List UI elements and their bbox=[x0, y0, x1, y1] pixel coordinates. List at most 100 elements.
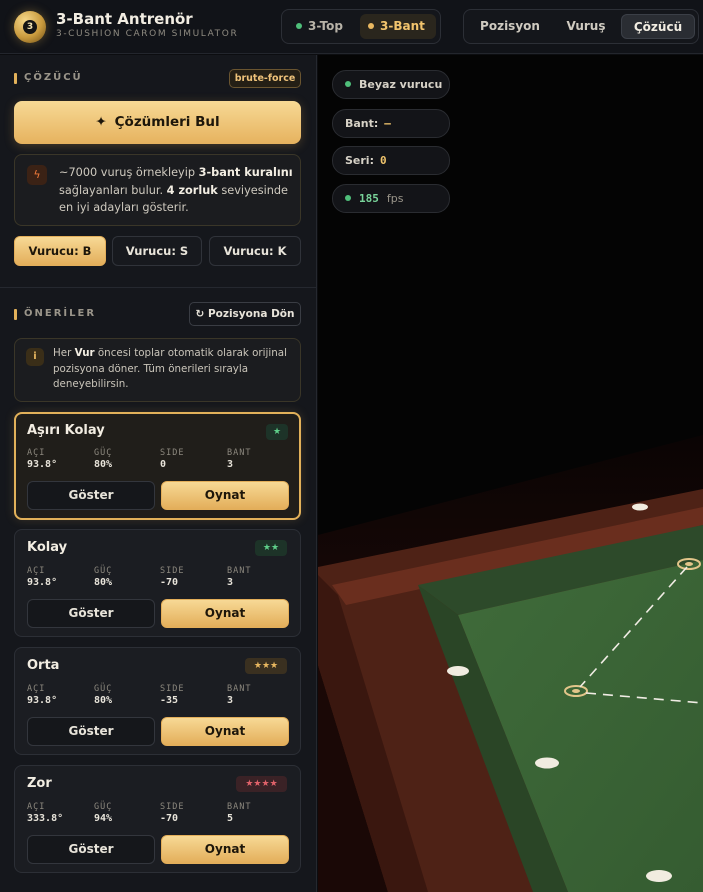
app-subtitle: 3-CUSHION CAROM SIMULATOR bbox=[56, 29, 239, 39]
solver-section-title: ÇÖZÜCÜ bbox=[14, 72, 83, 84]
angle-value: 333.8° bbox=[27, 813, 64, 824]
power-value: 80% bbox=[94, 459, 113, 470]
cushion-label: BANT bbox=[227, 684, 252, 694]
logo-ball-number: 3 bbox=[23, 20, 37, 34]
angle-value: 93.8° bbox=[27, 577, 58, 588]
app-title: 3-Bant Antrenör bbox=[56, 10, 193, 28]
power-value: 80% bbox=[94, 577, 113, 588]
cushion-value: 5 bbox=[227, 813, 234, 824]
mode-3-top-button[interactable]: 3-Top bbox=[288, 14, 358, 39]
auto-reset-tip-text: Her Vur öncesi toplar otomatik olarak or… bbox=[53, 347, 287, 390]
streak-label: Seri: bbox=[345, 154, 374, 167]
power-label: GÜÇ bbox=[94, 802, 113, 812]
side-label: SIDE bbox=[160, 566, 185, 576]
power-label: GÜÇ bbox=[94, 684, 113, 694]
main-nav-tabs: Pozisyon Vuruş Çözücü bbox=[463, 9, 699, 44]
suggestion-card-very-easy[interactable]: Aşırı Kolay ★ AÇI GÜÇ SIDE BANT 93.8° 80… bbox=[14, 412, 301, 520]
fps-readout: 185 fps bbox=[332, 184, 450, 213]
cue-ball-b-button[interactable]: Vurucu: B bbox=[14, 236, 106, 266]
play-button[interactable]: Oynat bbox=[161, 717, 289, 746]
side-label: SIDE bbox=[160, 802, 185, 812]
find-solutions-label: Çözümleri Bul bbox=[114, 114, 220, 130]
card-title: Zor bbox=[27, 776, 52, 791]
cushion-label: BANT bbox=[227, 802, 252, 812]
angle-label: AÇI bbox=[27, 566, 46, 576]
show-button[interactable]: Göster bbox=[27, 599, 155, 628]
find-solutions-button[interactable]: ✦ Çözümleri Bul bbox=[14, 101, 301, 144]
mode-3-bant-button[interactable]: 3-Bant bbox=[360, 14, 436, 39]
tab-vurus[interactable]: Vuruş bbox=[556, 14, 616, 39]
tab-pozisyon[interactable]: Pozisyon bbox=[470, 14, 550, 39]
tab-cozucu[interactable]: Çözücü bbox=[621, 14, 695, 39]
power-value: 94% bbox=[94, 813, 113, 824]
suggestions-section-title: ÖNERİLER bbox=[14, 308, 96, 320]
cue-ball-label: Beyaz vurucu bbox=[359, 78, 443, 91]
status-dot-icon bbox=[345, 195, 351, 201]
app-header: 3 3-Bant Antrenör 3-CUSHION CAROM SIMULA… bbox=[0, 0, 703, 54]
power-label: GÜÇ bbox=[94, 566, 113, 576]
mode-label: 3-Top bbox=[308, 19, 343, 33]
suggestion-card-hard[interactable]: Zor ★★★★ AÇI GÜÇ SIDE BANT 333.8° 94% -7… bbox=[14, 765, 301, 873]
lightning-icon: ϟ bbox=[27, 165, 47, 185]
brute-force-badge: brute-force bbox=[229, 69, 301, 88]
show-button[interactable]: Göster bbox=[27, 481, 155, 510]
difficulty-stars-icon: ★ bbox=[266, 424, 288, 440]
play-button[interactable]: Oynat bbox=[161, 481, 289, 510]
sidebar: ÇÖZÜCÜ brute-force ✦ Çözümleri Bul ϟ ~700… bbox=[0, 55, 317, 892]
play-button[interactable]: Oynat bbox=[161, 835, 289, 864]
status-dot-icon bbox=[296, 22, 302, 29]
solver-info-text: ~7000 vuruş örnekleyip 3-bant kuralını s… bbox=[59, 166, 293, 214]
card-title: Kolay bbox=[27, 540, 68, 555]
cushion-value: 3 bbox=[227, 459, 234, 470]
cushion-count-readout: Bant: — bbox=[332, 109, 450, 138]
difficulty-stars-icon: ★★★ bbox=[245, 658, 287, 674]
eight-ball-logo-icon: 3 bbox=[14, 11, 46, 43]
fps-unit: fps bbox=[386, 192, 404, 205]
card-title: Orta bbox=[27, 658, 60, 673]
angle-label: AÇI bbox=[27, 448, 46, 458]
sparkle-icon: ✦ bbox=[95, 114, 107, 130]
angle-label: AÇI bbox=[27, 802, 46, 812]
streak-value: 0 bbox=[379, 154, 387, 167]
angle-value: 93.8° bbox=[27, 695, 58, 706]
mode-label: 3-Bant bbox=[380, 19, 425, 33]
power-value: 80% bbox=[94, 695, 113, 706]
show-button[interactable]: Göster bbox=[27, 717, 155, 746]
cushion-value: 3 bbox=[227, 577, 234, 588]
solver-info-box: ϟ ~7000 vuruş örnekleyip 3-bant kuralını… bbox=[14, 154, 301, 226]
table-3d-viewport[interactable]: Beyaz vurucu Bant: — Seri: 0 185 fps bbox=[318, 55, 703, 892]
fps-value: 185 bbox=[359, 192, 379, 205]
difficulty-stars-icon: ★★ bbox=[255, 540, 287, 556]
cue-ball-s-button[interactable]: Vurucu: S bbox=[112, 236, 202, 266]
show-button[interactable]: Göster bbox=[27, 835, 155, 864]
billiard-table-scene bbox=[318, 55, 703, 892]
power-label: GÜÇ bbox=[94, 448, 113, 458]
reset-position-button[interactable]: ↻ Pozisyona Dön bbox=[189, 302, 301, 326]
cushion-value: 3 bbox=[227, 695, 234, 706]
side-label: SIDE bbox=[160, 684, 185, 694]
angle-label: AÇI bbox=[27, 684, 46, 694]
section-divider bbox=[0, 287, 317, 288]
cushion-label: BANT bbox=[227, 448, 252, 458]
cue-ball-indicator: Beyaz vurucu bbox=[332, 70, 450, 99]
side-value: -35 bbox=[160, 695, 179, 706]
angle-value: 93.8° bbox=[27, 459, 58, 470]
suggestion-card-medium[interactable]: Orta ★★★ AÇI GÜÇ SIDE BANT 93.8° 80% -35… bbox=[14, 647, 301, 755]
status-dot-icon bbox=[368, 22, 374, 29]
info-icon: i bbox=[26, 348, 44, 366]
game-mode-toggle: 3-Top 3-Bant bbox=[281, 9, 441, 44]
suggestion-card-easy[interactable]: Kolay ★★ AÇI GÜÇ SIDE BANT 93.8° 80% -70… bbox=[14, 529, 301, 637]
side-value: -70 bbox=[160, 577, 179, 588]
difficulty-stars-icon: ★★★★ bbox=[236, 776, 287, 792]
side-label: SIDE bbox=[160, 448, 185, 458]
play-button[interactable]: Oynat bbox=[161, 599, 289, 628]
auto-reset-tip-box: i Her Vur öncesi toplar otomatik olarak … bbox=[14, 338, 301, 402]
card-title: Aşırı Kolay bbox=[27, 423, 105, 438]
cue-ball-k-button[interactable]: Vurucu: K bbox=[209, 236, 301, 266]
side-value: 0 bbox=[160, 459, 167, 470]
cushion-count-value: — bbox=[384, 117, 391, 130]
side-value: -70 bbox=[160, 813, 179, 824]
cushion-count-label: Bant: bbox=[345, 117, 379, 130]
streak-readout: Seri: 0 bbox=[332, 146, 450, 175]
status-dot-icon bbox=[345, 81, 351, 87]
